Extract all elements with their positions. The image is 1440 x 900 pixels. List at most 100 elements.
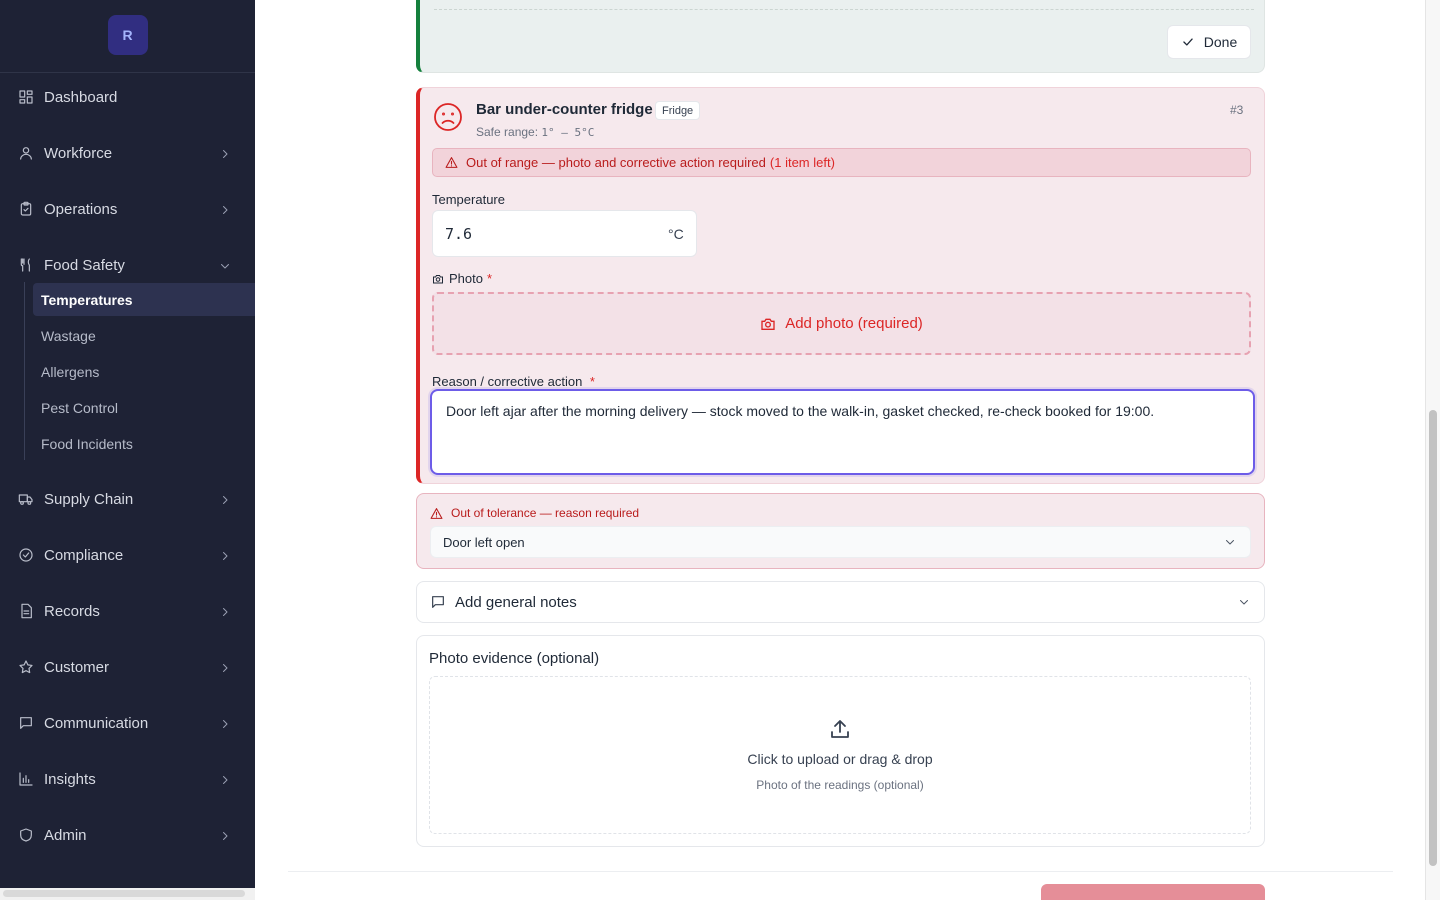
tolerance-reason-select[interactable]: Door left open [430,526,1251,558]
add-photo-label: Add photo (required) [785,315,923,332]
star-icon [18,659,34,675]
reason-label: Reason / corrective action * [432,374,595,389]
general-notes-toggle[interactable]: Add general notes [416,581,1265,623]
sidebar-item-dashboard[interactable]: Dashboard [0,77,255,117]
sidebar-item-label: Dashboard [44,88,118,106]
dropzone-sub-text: Photo of the readings (optional) [756,778,924,792]
safe-range-value: 1° – 5°C [541,126,595,139]
chevron-right-icon [219,605,231,617]
item-type-chip: Fridge [655,101,701,120]
dashboard-icon [18,89,34,105]
chevron-right-icon [219,829,231,841]
chevron-down-icon [1240,600,1248,605]
message-square-icon [18,715,34,731]
divider [434,0,1254,10]
alert-count: (1 item left) [769,155,835,170]
sidebar-item-communication[interactable]: Communication [0,703,255,743]
sidebar-item-label: Communication [44,714,149,732]
sidebar-item-operations[interactable]: Operations [0,189,255,229]
upload-icon [828,717,852,741]
alert-text: Out of range — photo and corrective acti… [466,155,766,170]
check-icon [1183,38,1193,46]
sidebar-subitem-allergens[interactable]: Allergens [33,355,255,388]
sidebar-subitem-pest-control[interactable]: Pest Control [33,391,255,424]
sidebar-item-workforce[interactable]: Workforce [0,133,255,173]
chevron-right-icon [219,717,231,729]
sidebar-scrollbar[interactable] [3,890,245,897]
item-title: Bar under-counter fridge [476,101,653,118]
frown-icon [432,101,464,133]
chevron-right-icon [219,549,231,561]
dropzone-main-text: Click to upload or drag & drop [747,751,933,767]
done-label: Done [1203,34,1238,50]
sidebar-item-supply-chain[interactable]: Supply Chain [0,479,255,519]
warning-icon [445,157,458,168]
sidebar-item-label: Compliance [44,546,124,564]
temperature-unit: °C [668,226,684,242]
sidebar-item-label: Insights [44,770,96,788]
completed-item-card [416,0,1265,73]
tolerance-selected-value: Door left open [443,534,525,550]
safe-range: Safe range: 1° – 5°C [476,125,594,139]
item-number: #3 [1230,103,1244,117]
sidebar-item-label: Records [44,602,100,620]
chevron-right-icon [219,147,231,159]
footer-divider [288,871,1393,872]
photo-label-text: Photo [449,271,483,286]
submit-button[interactable] [1041,884,1265,900]
tolerance-heading-text: Out of tolerance — reason required [451,506,640,520]
chevron-down-icon [219,259,231,271]
clipboard-check-icon [18,201,34,217]
sidebar-item-label: Food Safety [44,256,125,274]
temperature-value: 7.6 [445,225,473,243]
message-square-icon [432,596,444,608]
reason-label-text: Reason / corrective action [432,374,583,389]
chevron-right-icon [219,661,231,673]
sidebar-item-records[interactable]: Records [0,591,255,631]
sidebar-subitem-wastage[interactable]: Wastage [33,319,255,352]
sidebar-item-food-safety[interactable]: Food Safety [0,245,255,285]
safe-range-label: Safe range: [476,125,539,139]
sidebar-header: R [0,0,255,73]
photo-label: Photo * [432,271,492,286]
notes-label: Add general notes [455,593,577,611]
sidebar-item-label: Workforce [44,144,113,162]
truck-icon [18,491,34,507]
camera-icon [761,318,775,330]
shield-icon [18,827,34,843]
check-circle-icon [18,547,34,563]
warning-icon [430,507,443,519]
sidebar-subitem-food-incidents[interactable]: Food Incidents [33,427,255,460]
photo-evidence-title: Photo evidence (optional) [429,650,600,667]
tolerance-heading: Out of tolerance — reason required [430,506,639,520]
sidebar-item-customer[interactable]: Customer [0,647,255,687]
reason-textarea[interactable]: Door left ajar after the morning deliver… [430,389,1255,475]
sidebar-item-label: Customer [44,658,110,676]
sidebar-item-compliance[interactable]: Compliance [0,535,255,575]
sidebar-item-admin[interactable]: Admin [0,815,255,855]
page-scrollbar[interactable] [1429,410,1437,866]
sidebar-item-insights[interactable]: Insights [0,759,255,799]
sidebar-item-label: Supply Chain [44,490,134,508]
chevron-right-icon [219,773,231,785]
camera-icon [433,274,443,283]
required-mark: * [486,271,493,286]
chevron-right-icon [219,203,231,215]
sidebar-subitem-temperatures[interactable]: Temperatures [33,283,255,316]
sidebar-item-label: Operations [44,200,118,218]
sidebar: R Dashboard Workforce Operations Food Sa… [0,0,255,900]
chevron-right-icon [219,493,231,505]
out-of-range-alert: Out of range — photo and corrective acti… [432,148,1251,177]
file-text-icon [18,603,34,619]
sidebar-item-label: Admin [44,826,87,844]
utensils-icon [18,257,34,273]
required-mark: * [589,374,595,389]
add-photo-button[interactable]: Add photo (required) [432,292,1251,355]
submenu-rail [24,282,25,460]
chevron-down-icon [1226,540,1234,545]
done-button[interactable]: Done [1167,25,1251,59]
temperature-label: Temperature [432,192,505,207]
bar-chart-icon [18,771,34,787]
user-icon [18,145,34,161]
app-logo[interactable]: R [107,15,148,55]
